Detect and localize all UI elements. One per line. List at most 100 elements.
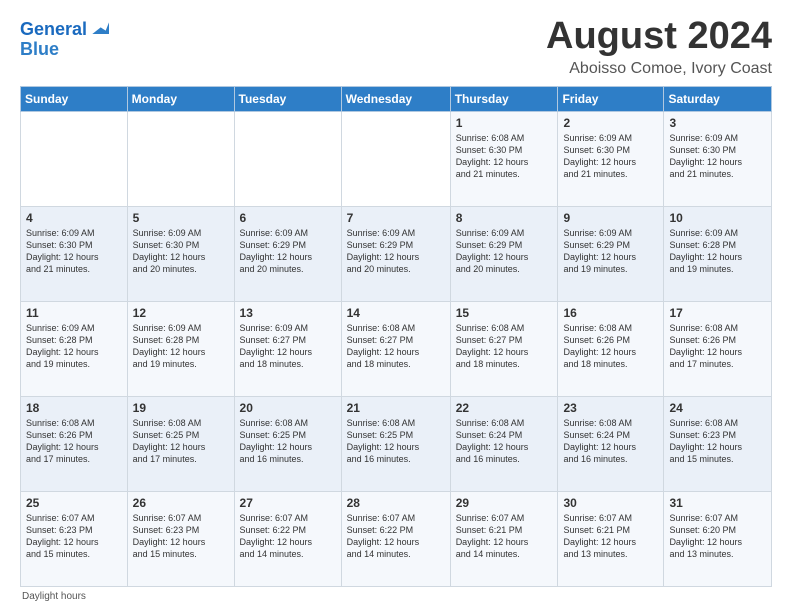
- day-number: 21: [347, 401, 445, 415]
- calendar-cell: 11 Sunrise: 6:09 AM Sunset: 6:28 PM Dayli…: [21, 301, 128, 396]
- calendar-cell: 24Sunrise: 6:08 AM Sunset: 6:23 PM Dayli…: [664, 396, 772, 491]
- day-number: 11: [26, 306, 122, 320]
- day-info: Sunrise: 6:08 AM Sunset: 6:25 PM Dayligh…: [240, 417, 336, 466]
- calendar-cell: 2 Sunrise: 6:09 AM Sunset: 6:30 PM Daylig…: [558, 111, 664, 206]
- day-number: 4: [26, 211, 122, 225]
- day-info: Sunrise: 6:08 AM Sunset: 6:24 PM Dayligh…: [563, 417, 658, 466]
- day-info: Sunrise: 6:08 AM Sunset: 6:26 PM Dayligh…: [26, 417, 122, 466]
- day-header-tuesday: Tuesday: [234, 86, 341, 111]
- day-header-monday: Monday: [127, 86, 234, 111]
- calendar-cell: 12 Sunrise: 6:09 AM Sunset: 6:28 PM Dayli…: [127, 301, 234, 396]
- day-number: 27: [240, 496, 336, 510]
- calendar-week-row: 25Sunrise: 6:07 AM Sunset: 6:23 PM Dayli…: [21, 491, 772, 586]
- calendar-header-row: SundayMondayTuesdayWednesdayThursdayFrid…: [21, 86, 772, 111]
- calendar-table: SundayMondayTuesdayWednesdayThursdayFrid…: [20, 86, 772, 587]
- title-block: August 2024 Aboisso Comoe, Ivory Coast: [546, 16, 772, 78]
- day-info: Sunrise: 6:07 AM Sunset: 6:23 PM Dayligh…: [26, 512, 122, 561]
- calendar-cell: 30Sunrise: 6:07 AM Sunset: 6:21 PM Dayli…: [558, 491, 664, 586]
- day-number: 20: [240, 401, 336, 415]
- calendar-cell: 28Sunrise: 6:07 AM Sunset: 6:22 PM Dayli…: [341, 491, 450, 586]
- calendar-cell: 22 Sunrise: 6:08 AM Sunset: 6:24 PM Dayli…: [450, 396, 558, 491]
- day-number: 10: [669, 211, 766, 225]
- calendar-cell: 4Sunrise: 6:09 AM Sunset: 6:30 PM Daylig…: [21, 206, 128, 301]
- day-header-saturday: Saturday: [664, 86, 772, 111]
- day-info: Sunrise: 6:08 AM Sunset: 6:25 PM Dayligh…: [133, 417, 229, 466]
- calendar-cell: 27 Sunrise: 6:07 AM Sunset: 6:22 PM Dayli…: [234, 491, 341, 586]
- day-number: 6: [240, 211, 336, 225]
- calendar-cell: 8Sunrise: 6:09 AM Sunset: 6:29 PM Daylig…: [450, 206, 558, 301]
- day-info: Sunrise: 6:07 AM Sunset: 6:20 PM Dayligh…: [669, 512, 766, 561]
- day-number: 9: [563, 211, 658, 225]
- day-info: Sunrise: 6:09 AM Sunset: 6:28 PM Dayligh…: [669, 227, 766, 276]
- day-number: 3: [669, 116, 766, 130]
- day-info: Sunrise: 6:08 AM Sunset: 6:23 PM Dayligh…: [669, 417, 766, 466]
- calendar-cell: 1Sunrise: 6:08 AM Sunset: 6:30 PM Daylig…: [450, 111, 558, 206]
- calendar-cell: 18 Sunrise: 6:08 AM Sunset: 6:26 PM Dayli…: [21, 396, 128, 491]
- logo: General Blue: [20, 16, 109, 60]
- day-info: Sunrise: 6:09 AM Sunset: 6:27 PM Dayligh…: [240, 322, 336, 371]
- day-number: 5: [133, 211, 229, 225]
- day-number: 2: [563, 116, 658, 130]
- day-header-sunday: Sunday: [21, 86, 128, 111]
- header: General Blue August 2024 Aboisso Comoe, …: [20, 16, 772, 78]
- calendar-cell: 23 Sunrise: 6:08 AM Sunset: 6:24 PM Dayli…: [558, 396, 664, 491]
- day-info: Sunrise: 6:09 AM Sunset: 6:28 PM Dayligh…: [133, 322, 229, 371]
- day-number: 13: [240, 306, 336, 320]
- day-info: Sunrise: 6:08 AM Sunset: 6:26 PM Dayligh…: [563, 322, 658, 371]
- day-number: 30: [563, 496, 658, 510]
- calendar-cell: 29Sunrise: 6:07 AM Sunset: 6:21 PM Dayli…: [450, 491, 558, 586]
- calendar-cell: 31 Sunrise: 6:07 AM Sunset: 6:20 PM Dayli…: [664, 491, 772, 586]
- calendar-cell: 19 Sunrise: 6:08 AM Sunset: 6:25 PM Dayli…: [127, 396, 234, 491]
- day-number: 12: [133, 306, 229, 320]
- day-info: Sunrise: 6:09 AM Sunset: 6:30 PM Dayligh…: [669, 132, 766, 181]
- day-number: 14: [347, 306, 445, 320]
- day-number: 18: [26, 401, 122, 415]
- day-header-wednesday: Wednesday: [341, 86, 450, 111]
- calendar-cell: 3 Sunrise: 6:09 AM Sunset: 6:30 PM Daylig…: [664, 111, 772, 206]
- day-info: Sunrise: 6:07 AM Sunset: 6:22 PM Dayligh…: [240, 512, 336, 561]
- calendar-week-row: 4Sunrise: 6:09 AM Sunset: 6:30 PM Daylig…: [21, 206, 772, 301]
- logo-text-line1: General: [20, 20, 87, 40]
- day-info: Sunrise: 6:09 AM Sunset: 6:29 PM Dayligh…: [563, 227, 658, 276]
- calendar-title: August 2024: [546, 16, 772, 58]
- day-number: 22: [456, 401, 553, 415]
- day-number: 31: [669, 496, 766, 510]
- day-header-friday: Friday: [558, 86, 664, 111]
- calendar-cell: [127, 111, 234, 206]
- day-number: 19: [133, 401, 229, 415]
- calendar-subtitle: Aboisso Comoe, Ivory Coast: [546, 60, 772, 78]
- day-number: 29: [456, 496, 553, 510]
- calendar-cell: 15Sunrise: 6:08 AM Sunset: 6:27 PM Dayli…: [450, 301, 558, 396]
- day-number: 17: [669, 306, 766, 320]
- calendar-cell: 7Sunrise: 6:09 AM Sunset: 6:29 PM Daylig…: [341, 206, 450, 301]
- day-number: 23: [563, 401, 658, 415]
- day-info: Sunrise: 6:08 AM Sunset: 6:24 PM Dayligh…: [456, 417, 553, 466]
- day-info: Sunrise: 6:09 AM Sunset: 6:29 PM Dayligh…: [456, 227, 553, 276]
- day-info: Sunrise: 6:09 AM Sunset: 6:28 PM Dayligh…: [26, 322, 122, 371]
- logo-text-line2: Blue: [20, 40, 109, 60]
- day-number: 28: [347, 496, 445, 510]
- day-info: Sunrise: 6:08 AM Sunset: 6:25 PM Dayligh…: [347, 417, 445, 466]
- day-number: 16: [563, 306, 658, 320]
- calendar-week-row: 18 Sunrise: 6:08 AM Sunset: 6:26 PM Dayli…: [21, 396, 772, 491]
- day-info: Sunrise: 6:07 AM Sunset: 6:23 PM Dayligh…: [133, 512, 229, 561]
- calendar-cell: 6 Sunrise: 6:09 AM Sunset: 6:29 PM Daylig…: [234, 206, 341, 301]
- calendar-cell: 25Sunrise: 6:07 AM Sunset: 6:23 PM Dayli…: [21, 491, 128, 586]
- day-info: Sunrise: 6:09 AM Sunset: 6:29 PM Dayligh…: [240, 227, 336, 276]
- day-number: 1: [456, 116, 553, 130]
- day-info: Sunrise: 6:08 AM Sunset: 6:26 PM Dayligh…: [669, 322, 766, 371]
- calendar-cell: 9 Sunrise: 6:09 AM Sunset: 6:29 PM Daylig…: [558, 206, 664, 301]
- calendar-cell: 21 Sunrise: 6:08 AM Sunset: 6:25 PM Dayli…: [341, 396, 450, 491]
- calendar-cell: 10 Sunrise: 6:09 AM Sunset: 6:28 PM Dayli…: [664, 206, 772, 301]
- calendar-cell: 14Sunrise: 6:08 AM Sunset: 6:27 PM Dayli…: [341, 301, 450, 396]
- day-info: Sunrise: 6:08 AM Sunset: 6:27 PM Dayligh…: [456, 322, 553, 371]
- calendar-week-row: 1Sunrise: 6:08 AM Sunset: 6:30 PM Daylig…: [21, 111, 772, 206]
- calendar-cell: [341, 111, 450, 206]
- day-info: Sunrise: 6:09 AM Sunset: 6:30 PM Dayligh…: [563, 132, 658, 181]
- calendar-cell: 16 Sunrise: 6:08 AM Sunset: 6:26 PM Dayli…: [558, 301, 664, 396]
- calendar-cell: 13 Sunrise: 6:09 AM Sunset: 6:27 PM Dayli…: [234, 301, 341, 396]
- page: General Blue August 2024 Aboisso Comoe, …: [0, 0, 792, 612]
- day-info: Sunrise: 6:09 AM Sunset: 6:29 PM Dayligh…: [347, 227, 445, 276]
- footer: Daylight hours: [20, 591, 772, 602]
- calendar-cell: 20 Sunrise: 6:08 AM Sunset: 6:25 PM Dayli…: [234, 396, 341, 491]
